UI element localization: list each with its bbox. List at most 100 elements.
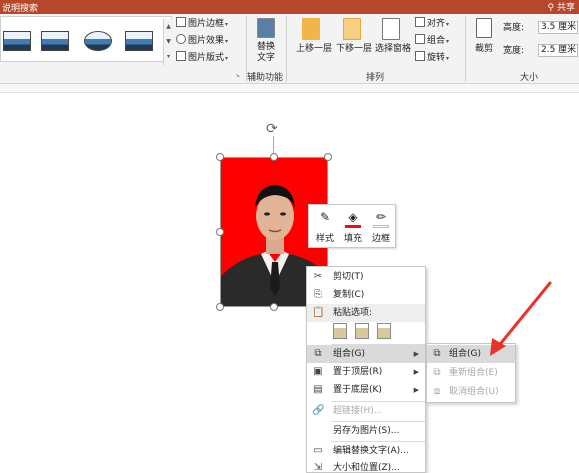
menu-item-send-to-back[interactable]: ▤ 置于底层(K) ▶ — [307, 381, 425, 399]
link-icon: 🔗 — [312, 405, 325, 416]
alt-text-label[interactable]: 替换 文字 — [250, 42, 282, 64]
share-button[interactable]: ⚲ 共享 — [548, 0, 575, 13]
width-field[interactable]: 2.5 厘米 — [538, 44, 578, 57]
width-label-text: 宽度: — [503, 46, 525, 56]
style-thumb[interactable] — [84, 31, 112, 51]
fill-bucket-icon: ◈ — [348, 210, 358, 224]
send-backward-icon[interactable] — [343, 18, 361, 40]
submenu-arrow-icon: ▶ — [413, 368, 419, 376]
gallery-scroll[interactable]: ▲ ▼ ▾ — [163, 19, 173, 65]
width-label: 宽度: — [503, 45, 524, 57]
rotate-handle-icon[interactable]: ⟳ — [266, 122, 280, 136]
gallery-up-icon[interactable]: ▲ — [164, 19, 173, 34]
dropdown-icon: ▾ — [446, 38, 450, 45]
selection-pane-label[interactable]: 选择窗格 — [372, 44, 414, 55]
menu-item-size-position[interactable]: ⇲ 大小和位置(Z)... — [307, 459, 425, 473]
scissors-icon: ✂ — [313, 271, 323, 282]
picture-border-label: 图片边框 — [188, 19, 225, 29]
crop-label[interactable]: 裁剪 — [470, 44, 498, 55]
menu-item-edit-alt-text-label: 编辑替换文字(A)... — [333, 446, 409, 456]
outline-button[interactable]: ✏ 边框 — [367, 209, 395, 245]
menu-item-copy-label: 复制(C) — [333, 290, 365, 300]
menu-item-cut-label: 剪切(T) — [333, 272, 364, 282]
group-icon — [415, 34, 425, 44]
menu-item-link[interactable]: 🔗 超链接(H)... — [307, 402, 425, 420]
crop-icon[interactable] — [476, 18, 492, 38]
height-field[interactable]: 3.5 厘米 — [538, 21, 578, 34]
title-bar: 说明搜索 ⚲ 共享 — [0, 0, 579, 14]
submenu-arrow-icon: ▶ — [413, 350, 419, 358]
menu-item-bring-to-front[interactable]: ▣ 置于顶层(R) ▶ — [307, 363, 425, 381]
picture-layout-icon — [176, 51, 186, 61]
style-thumb[interactable] — [3, 31, 31, 51]
alt-text-icon[interactable] — [257, 18, 275, 38]
dialog-launcher-icon[interactable]: ↘ — [235, 72, 240, 79]
resize-handle[interactable] — [216, 303, 224, 311]
group-button[interactable]: 组合▾ — [415, 34, 449, 48]
gallery-down-icon[interactable]: ▼ — [164, 34, 173, 49]
align-icon — [415, 17, 425, 27]
menu-item-bring-to-front-label: 置于顶层(R) — [333, 367, 383, 377]
tell-me-search[interactable]: 说明搜索 — [2, 1, 38, 14]
ribbon: ▲ ▼ ▾ 图片边框▾ 图片效果▾ 图片版式▾ ↘ 替换 文字 辅助功能 上移一… — [0, 14, 579, 84]
outline-label: 边框 — [371, 234, 390, 244]
group-icon: ⧉ — [314, 348, 322, 359]
paste-keep-source-icon[interactable] — [333, 323, 347, 339]
submenu-item-regroup[interactable]: ⧉ 重新组合(E) — [427, 364, 515, 382]
style-thumb[interactable] — [125, 31, 153, 51]
arrange-group-label: 排列 — [366, 73, 385, 83]
resize-handle[interactable] — [216, 153, 224, 161]
height-label-text: 高度: — [503, 23, 525, 33]
send-backward-label[interactable]: 下移一层 — [333, 44, 375, 55]
size-position-icon: ⇲ — [313, 462, 323, 473]
mini-toolbar: ✎ 样式 ◈ 填充 ✏ 边框 — [308, 204, 396, 248]
resize-handle[interactable] — [216, 228, 224, 236]
style-button[interactable]: ✎ 样式 — [311, 209, 339, 245]
selection-pane-icon[interactable] — [382, 18, 400, 40]
share-label: 共享 — [556, 3, 575, 13]
resize-handle[interactable] — [270, 153, 278, 161]
submenu-arrow-icon: ▶ — [413, 386, 419, 394]
fill-button[interactable]: ◈ 填充 — [339, 209, 367, 245]
bring-forward-icon[interactable] — [302, 18, 320, 40]
submenu-item-ungroup[interactable]: ⧈ 取消组合(U) — [427, 383, 515, 401]
rotate-icon — [415, 51, 425, 61]
bring-forward-label[interactable]: 上移一层 — [293, 44, 335, 55]
rotate-button[interactable]: 旋转▾ — [415, 51, 449, 65]
picture-layout-button[interactable]: 图片版式▾ — [176, 51, 228, 65]
context-menu: ✂ 剪切(T) ⎘ 复制(C) 📋 粘贴选项: ⧉ 组合(G) ▶ ▣ 置于顶层(R) ▶ ▤… — [306, 266, 426, 473]
copy-icon: ⎘ — [314, 289, 322, 300]
picture-effects-label: 图片效果 — [188, 36, 225, 46]
menu-item-size-position-label: 大小和位置(Z)... — [333, 463, 400, 473]
align-button[interactable]: 对齐▾ — [415, 17, 449, 31]
fill-color-bar — [345, 225, 361, 228]
height-label: 高度: — [503, 22, 524, 34]
resize-handle[interactable] — [324, 153, 332, 161]
menu-item-save-as-picture[interactable]: 另存为图片(S)... — [307, 422, 425, 440]
accessibility-group-label: 辅助功能 — [247, 73, 284, 83]
picture-border-button[interactable]: 图片边框▾ — [176, 17, 228, 31]
gallery-more-icon[interactable]: ▾ — [164, 49, 173, 64]
ribbon-bottom-strip — [0, 84, 579, 93]
size-group-label: 大小 — [520, 73, 539, 83]
paste-text-only-icon[interactable] — [377, 323, 391, 339]
picture-effects-button[interactable]: 图片效果▾ — [176, 34, 228, 48]
submenu-item-ungroup-label: 取消组合(U) — [449, 387, 499, 397]
menu-item-edit-alt-text[interactable]: ▭ 编辑替换文字(A)... — [307, 442, 425, 460]
menu-item-group[interactable]: ⧉ 组合(G) ▶ — [307, 345, 425, 363]
group-divider — [465, 16, 466, 82]
alt-text-icon: ▭ — [313, 445, 323, 456]
dropdown-icon: ▾ — [446, 21, 450, 28]
menu-item-copy[interactable]: ⎘ 复制(C) — [307, 286, 425, 304]
fill-label: 填充 — [343, 234, 362, 244]
menu-item-cut[interactable]: ✂ 剪切(T) — [307, 268, 425, 286]
submenu-item-group[interactable]: ⧉ 组合(G) — [427, 345, 515, 363]
resize-handle[interactable] — [270, 303, 278, 311]
menu-item-save-as-picture-label: 另存为图片(S)... — [333, 426, 400, 436]
dropdown-icon: ▾ — [225, 38, 229, 45]
submenu-item-group-label: 组合(G) — [449, 349, 481, 359]
outline-color-bar — [373, 225, 389, 228]
style-thumb[interactable] — [41, 31, 69, 51]
paste-picture-icon[interactable] — [355, 323, 369, 339]
picture-effects-icon — [176, 34, 186, 44]
